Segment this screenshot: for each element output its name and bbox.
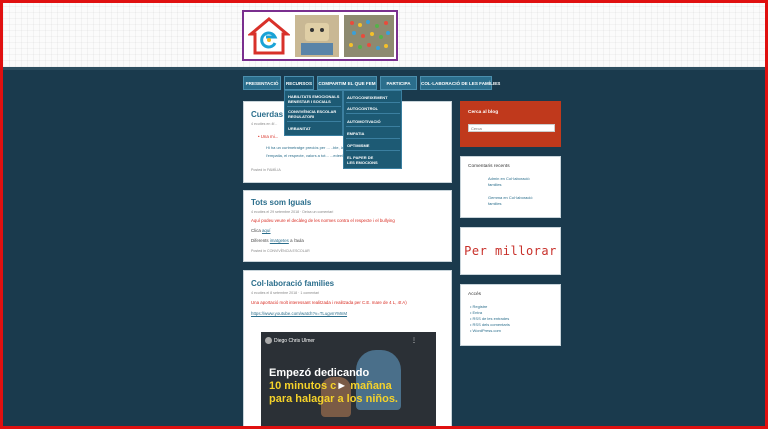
widget-title: Cerca al blog <box>468 110 499 115</box>
recent-comment[interactable]: Admin en Col·laboració <box>488 176 530 181</box>
site-header <box>3 3 765 67</box>
post-meta: 4 ecuties en 4f... <box>251 122 278 126</box>
access-link[interactable]: • Registre <box>470 304 487 309</box>
post-link[interactable]: aquí <box>262 228 271 233</box>
video-caption: 10 minutos c► mañana <box>269 380 392 392</box>
widget-title: Accés <box>468 292 482 297</box>
access-link[interactable]: • RSS de les entrades <box>470 316 509 321</box>
embedded-video[interactable]: Diego Chris Ulmer ⋮ Empezó dedicando 10 … <box>261 332 436 426</box>
recent-comment[interactable]: families <box>488 201 502 206</box>
submenu-item[interactable]: URBANITAT <box>288 126 311 131</box>
post-category[interactable]: Posted in CONVIVÈNCIA ESCOLAR <box>251 249 310 253</box>
access-link[interactable]: • WordPress.com <box>470 328 501 333</box>
header-divider <box>3 67 765 70</box>
post-tots-som-iguals: Tots som Iguals 4 ecuties el 29 setembre… <box>243 190 452 262</box>
access-widget: Accés • Registre • Entra • RSS de les en… <box>460 284 561 346</box>
channel-avatar <box>265 337 272 344</box>
post-text: Clica aquí <box>251 228 271 233</box>
submenu-item[interactable]: LES EMOCIONS <box>347 160 378 165</box>
more-icon[interactable]: ⋮ <box>411 337 417 344</box>
nav-participa[interactable]: PARTICIPA <box>380 76 417 90</box>
access-link[interactable]: • RSS dels comentaris <box>470 322 510 327</box>
video-caption: Empezó dedicando <box>269 367 370 379</box>
post-title[interactable]: Tots som Iguals <box>251 198 311 207</box>
kids-robot-photo <box>295 15 339 57</box>
nav-compartim[interactable]: COMPARTIM EL QUE FEM <box>317 76 377 90</box>
youtube-link[interactable]: https://www.youtube.com/watch?v=TLugvnYM… <box>251 311 347 316</box>
recursos-submenu: HABILITATS EMOCIONALS BENESTAR I SOCIALS… <box>284 90 343 136</box>
post-title[interactable]: Col·laboració families <box>251 279 334 288</box>
play-icon: ► <box>336 380 348 392</box>
per-millorar-banner[interactable]: Per millorar <box>460 227 561 275</box>
submenu-divider <box>346 113 400 114</box>
video-caption: para halagar a los niños. <box>269 393 398 405</box>
recent-comment[interactable]: Gemma en Col·laboració <box>488 195 532 200</box>
submenu-divider <box>287 106 341 107</box>
post-meta: 4 ecuties el 8 setembre 2018 · 1 comenta… <box>251 291 320 295</box>
recent-comments-widget: Comentaris recents Admin en Col·laboraci… <box>460 156 561 218</box>
search-widget: Cerca al blog <box>460 101 561 147</box>
post-text: Diferents imatgetes a l'aula <box>251 238 304 243</box>
post-text: Una aportació molt interessant realitzad… <box>251 300 407 305</box>
submenu-item[interactable]: OPTIMISME <box>347 143 369 148</box>
colorful-board-photo <box>344 15 394 57</box>
video-channel: Diego Chris Ulmer <box>274 338 315 344</box>
habilitats-submenu: AUTOCONEIXEMENT AUTOCONTROL AUTOMOTIVACI… <box>343 90 402 169</box>
submenu-item[interactable]: AUTOCONTROL <box>347 106 378 111</box>
post-collaboracio-families: Col·laboració families 4 ecuties el 8 se… <box>243 270 452 426</box>
browser-frame: PRESENTACIÓ RECURSOS COMPARTIM EL QUE FE… <box>0 0 768 429</box>
submenu-divider <box>346 102 400 103</box>
post-meta: 4 ecuties el 29 setembre 2018 · Deixa un… <box>251 210 334 214</box>
search-input[interactable] <box>468 124 555 132</box>
post-category[interactable]: Posted in FAMÍLIA <box>251 168 281 172</box>
submenu-item[interactable]: REGULATORI <box>288 114 314 119</box>
post-link[interactable]: imatgetes <box>270 238 289 243</box>
submenu-divider <box>346 150 400 151</box>
recent-comment[interactable]: families <box>488 182 502 187</box>
nav-presentacio[interactable]: PRESENTACIÓ <box>243 76 281 90</box>
post-title[interactable]: Cuerdas <box>251 110 283 119</box>
banner-text: Per millorar <box>464 244 557 258</box>
nav-collaboracio-families[interactable]: COL·LABORACIÓ DE LES FAMÍLIES <box>420 76 500 90</box>
submenu-item[interactable]: BENESTAR I SOCIALS <box>288 99 331 104</box>
house-logo-icon <box>248 17 290 55</box>
submenu-divider <box>346 126 400 127</box>
post-text: Aquí podeu veure el decàleg de les norme… <box>251 218 395 223</box>
submenu-divider <box>287 121 341 122</box>
post-bullet: • Una mi... <box>258 134 279 139</box>
submenu-divider <box>346 138 400 139</box>
submenu-item[interactable]: AUTOMOTIVACIÓ <box>347 119 381 124</box>
submenu-item[interactable]: EMPATIA <box>347 131 364 136</box>
site-logo[interactable] <box>242 10 398 61</box>
access-link[interactable]: • Entra <box>470 310 482 315</box>
submenu-item[interactable]: AUTOCONEIXEMENT <box>347 95 388 100</box>
widget-title: Comentaris recents <box>468 164 510 169</box>
nav-recursos[interactable]: RECURSOS <box>284 76 314 90</box>
